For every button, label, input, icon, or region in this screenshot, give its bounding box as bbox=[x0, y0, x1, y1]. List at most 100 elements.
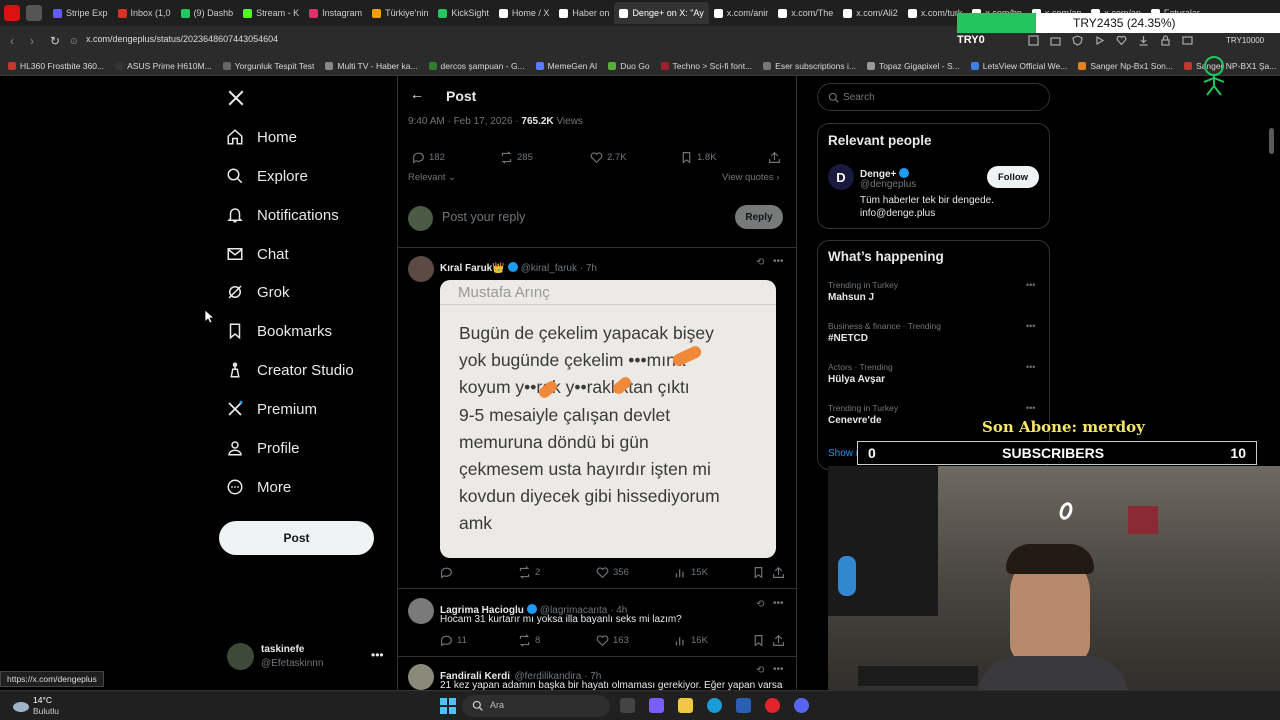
follow-button[interactable]: Follow bbox=[987, 166, 1039, 188]
share-action[interactable] bbox=[772, 634, 789, 647]
trend-more-icon[interactable]: ••• bbox=[1026, 403, 1035, 413]
nav-premium[interactable]: Premium bbox=[226, 400, 317, 418]
trend-item[interactable]: Trending in Turkey Mahsun J ••• bbox=[828, 280, 1043, 303]
bookmark-item[interactable]: Duo Go bbox=[608, 61, 650, 71]
share-action[interactable] bbox=[768, 151, 785, 164]
repost-action[interactable]: 8 bbox=[518, 634, 540, 647]
like-action[interactable]: 2.7K bbox=[590, 151, 627, 164]
page-scrollbar[interactable] bbox=[1269, 128, 1274, 154]
weather-text[interactable]: Bulutlu bbox=[33, 706, 59, 716]
bookmark-item[interactable]: LetsView Official We... bbox=[970, 61, 1067, 71]
reply-avatar[interactable] bbox=[408, 664, 434, 690]
search-box[interactable]: Search bbox=[817, 83, 1050, 111]
discord-icon[interactable] bbox=[794, 698, 809, 713]
reply-action[interactable]: 182 bbox=[412, 151, 445, 164]
browser-tab[interactable]: Instagram bbox=[304, 2, 367, 24]
grok-analyze-icon[interactable]: ⟲ bbox=[756, 665, 764, 676]
nav-chat[interactable]: Chat bbox=[226, 245, 289, 263]
grok-analyze-icon[interactable]: ⟲ bbox=[756, 599, 764, 610]
url-input[interactable]: x.com/dengeplus/status/20236486074430546… bbox=[86, 34, 278, 44]
reply-attached-image[interactable]: Mustafa Arınç Bugün de çekelim yapacak b… bbox=[440, 280, 776, 558]
trend-more-icon[interactable]: ••• bbox=[1026, 321, 1035, 331]
bookmark-item[interactable]: Eser subscriptions i... bbox=[763, 61, 856, 71]
opera-icon[interactable] bbox=[765, 698, 780, 713]
denge-avatar[interactable]: D bbox=[828, 164, 854, 190]
x-logo-icon[interactable] bbox=[227, 89, 245, 107]
browser-tab[interactable]: KickSight bbox=[433, 2, 494, 24]
views-action[interactable]: 15K bbox=[674, 566, 708, 579]
nav-creator-studio[interactable]: Creator Studio bbox=[226, 361, 354, 379]
more-options-icon[interactable]: ••• bbox=[773, 598, 784, 609]
grok-analyze-icon[interactable]: ⟲ bbox=[756, 257, 764, 268]
more-options-icon[interactable]: ••• bbox=[773, 256, 784, 267]
like-action[interactable]: 163 bbox=[596, 634, 629, 647]
bookmark-item[interactable]: Yorgunluk Tespit Test bbox=[222, 61, 314, 71]
like-action[interactable]: 356 bbox=[596, 566, 629, 579]
bookmark-item[interactable]: ASUS Prime H610M... bbox=[115, 61, 212, 71]
browser-tab[interactable]: Stream - K bbox=[238, 2, 304, 24]
nav-profile[interactable]: Profile bbox=[226, 439, 300, 457]
nav-bookmarks[interactable]: Bookmarks bbox=[226, 322, 332, 340]
back-icon[interactable]: ‹ bbox=[10, 34, 14, 48]
browser-tab[interactable]: Türkiye'nin bbox=[367, 2, 433, 24]
browser-tab[interactable]: Stripe Exp bbox=[48, 2, 113, 24]
trend-more-icon[interactable]: ••• bbox=[1026, 280, 1035, 290]
reply-avatar[interactable] bbox=[408, 598, 434, 624]
shield-icon[interactable] bbox=[1072, 35, 1083, 46]
view-quotes-link[interactable]: View quotes › bbox=[722, 172, 779, 183]
reply-tweet[interactable]: Lagrima Hacioglu @lagrimacanta · 4h ⟲ •••… bbox=[408, 598, 788, 648]
windows-start-icon[interactable] bbox=[440, 698, 456, 714]
post-button[interactable]: Post bbox=[219, 521, 374, 555]
account-more-icon[interactable]: ••• bbox=[371, 648, 384, 662]
forward-icon[interactable]: › bbox=[30, 34, 34, 48]
reply-action[interactable]: 11 bbox=[440, 634, 467, 647]
reply-input[interactable]: Post your reply bbox=[442, 210, 525, 224]
reply-button[interactable]: Reply bbox=[735, 205, 783, 229]
nav-notifications[interactable]: Notifications bbox=[226, 206, 339, 224]
edit-icon[interactable] bbox=[1028, 35, 1039, 46]
person-handle[interactable]: @dengeplus bbox=[860, 179, 916, 190]
camera-icon[interactable] bbox=[1050, 35, 1061, 46]
browser-tab[interactable]: Haber on bbox=[554, 2, 614, 24]
repost-action[interactable]: 2 bbox=[518, 566, 540, 579]
copilot-icon[interactable] bbox=[649, 698, 664, 713]
wallet-icon[interactable] bbox=[1182, 35, 1193, 46]
reload-icon[interactable]: ↻ bbox=[50, 34, 60, 48]
trend-item[interactable]: Actors · Trending Hülya Avşar ••• bbox=[828, 362, 1043, 385]
bookmark-item[interactable]: Topaz Gigapixel - S... bbox=[866, 61, 960, 71]
account-switcher[interactable]: taskinefe @Efetaskinnn ••• bbox=[227, 643, 387, 673]
browser-tab[interactable]: (9) Dashb bbox=[176, 2, 239, 24]
browser-tab[interactable]: x.com/Ali2 bbox=[838, 2, 903, 24]
reply-author-handle[interactable]: @kiral_faruk · 7h bbox=[521, 263, 597, 274]
opera-logo-icon[interactable] bbox=[4, 5, 20, 21]
bookmark-item[interactable]: MemeGen AI bbox=[535, 61, 597, 71]
bookmark-action[interactable] bbox=[752, 634, 769, 647]
views-action[interactable]: 16K bbox=[674, 634, 708, 647]
nav-explore[interactable]: Explore bbox=[226, 167, 308, 185]
bookmark-item[interactable]: Sanger Np-Bx1 Son... bbox=[1078, 61, 1173, 71]
weather-temp[interactable]: 14°C bbox=[33, 695, 52, 705]
sidebar-toggle-icon[interactable] bbox=[26, 5, 42, 21]
bookmark-item[interactable]: dercos şampuan - G... bbox=[428, 61, 525, 71]
trend-more-icon[interactable]: ••• bbox=[1026, 362, 1035, 372]
sort-dropdown[interactable]: Relevant ⌄ bbox=[408, 172, 456, 183]
reply-action[interactable] bbox=[440, 566, 457, 579]
nav-grok[interactable]: Grok bbox=[226, 283, 290, 301]
search-input[interactable]: Search bbox=[843, 92, 875, 103]
edge-icon[interactable] bbox=[707, 698, 722, 713]
play-icon[interactable] bbox=[1094, 35, 1105, 46]
heart-icon[interactable] bbox=[1116, 35, 1127, 46]
bookmark-item[interactable]: Multi TV - Haber ka... bbox=[325, 61, 418, 71]
download-icon[interactable] bbox=[1138, 35, 1149, 46]
nav-home[interactable]: Home bbox=[226, 128, 297, 146]
reply-avatar[interactable] bbox=[408, 256, 434, 282]
nav-more[interactable]: More bbox=[226, 478, 291, 496]
browser-tab[interactable]: Inbox (1,0 bbox=[113, 2, 176, 24]
site-info-icon[interactable]: ⊙ bbox=[70, 36, 78, 47]
repost-action[interactable]: 285 bbox=[500, 151, 533, 164]
taskbar-search-input[interactable]: Ara bbox=[490, 700, 504, 710]
reply-tweet[interactable]: Fandirali Kerdi @ferdilikandira · 7h ⟲ •… bbox=[408, 664, 788, 690]
bookmark-item[interactable]: Techno > Sci-fi font... bbox=[660, 61, 752, 71]
browser-tab[interactable]: Denge+ on X: "Ay bbox=[614, 2, 709, 24]
lock-icon[interactable] bbox=[1160, 35, 1171, 46]
